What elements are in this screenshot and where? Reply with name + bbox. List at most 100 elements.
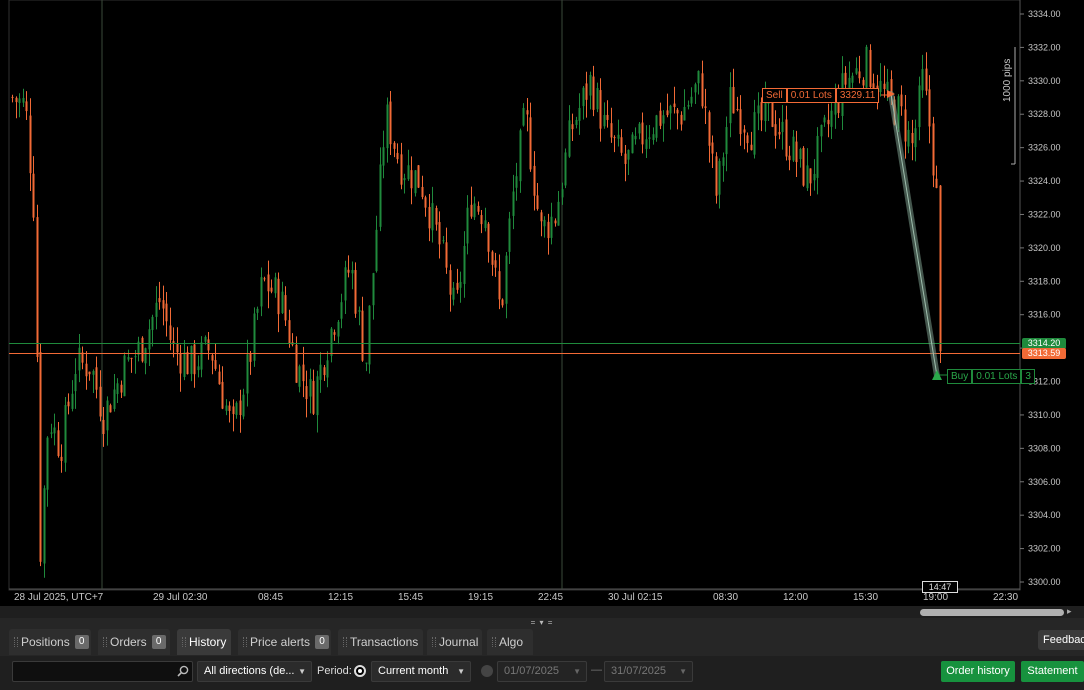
buy-side: Buy — [947, 369, 973, 384]
x-tick-label: 15:30 — [853, 592, 878, 603]
candle-body — [508, 218, 511, 252]
candle-body — [757, 105, 760, 114]
candle-body — [466, 207, 469, 244]
candle-body — [382, 147, 385, 166]
candle-body — [729, 87, 732, 124]
candle-body — [207, 339, 210, 351]
candle-body — [396, 152, 399, 160]
candle-body — [585, 83, 588, 100]
sell-position-label[interactable]: Sell 0.01 Lots 3329.11 — [762, 88, 880, 103]
candle-body — [683, 107, 686, 121]
candle-body — [858, 71, 861, 79]
date-from-picker[interactable]: 01/07/2025 ▼ — [497, 661, 587, 682]
candle-body — [421, 186, 424, 198]
candle-body — [218, 371, 221, 385]
date-to-value: 31/07/2025 — [611, 665, 667, 677]
candle-body — [512, 191, 515, 216]
candle-body — [414, 170, 417, 194]
candle-body — [498, 271, 501, 300]
candle-body — [792, 136, 795, 161]
direction-dropdown[interactable]: All directions (de... ▼ — [197, 661, 312, 682]
candle-body — [484, 220, 487, 229]
scroll-right-icon[interactable]: ▸ — [1067, 606, 1077, 618]
candle-body — [571, 124, 574, 130]
tab-label: Algo — [499, 635, 524, 649]
candle-body — [554, 220, 557, 224]
candle-body — [487, 223, 490, 252]
candle-body — [575, 119, 578, 125]
candle-body — [179, 353, 182, 374]
candle-body — [921, 69, 924, 91]
candle-body — [599, 90, 602, 129]
candle-body — [701, 73, 704, 107]
search-icon[interactable] — [177, 665, 189, 677]
candle-body — [435, 208, 438, 225]
statement-button[interactable]: Statement — [1021, 661, 1084, 682]
candle-body — [340, 302, 343, 319]
tab-orders[interactable]: Orders 0 — [98, 629, 170, 655]
y-tick-label: 3334.00 — [1028, 9, 1061, 19]
candle-body — [372, 273, 375, 306]
candle-body — [515, 176, 518, 188]
candle-body — [200, 342, 203, 370]
tab-price-alerts[interactable]: Price alerts 0 — [238, 629, 331, 655]
candle-body — [309, 379, 312, 397]
candle-body — [589, 74, 592, 96]
candle-body — [284, 295, 287, 321]
candle-body — [214, 360, 217, 369]
buy-position-label[interactable]: Buy 0.01 Lots 3 — [947, 369, 1035, 384]
price-chart[interactable]: 3334.00 3332.00 3330.00 3328.00 3326.00 3324.… — [0, 0, 1084, 616]
tab-transactions[interactable]: Transactions — [338, 629, 423, 655]
candle-body — [501, 299, 504, 306]
date-to-picker[interactable]: 31/07/2025 ▼ — [604, 661, 693, 682]
candle-body — [470, 204, 473, 217]
tab-journal[interactable]: Journal — [427, 629, 482, 655]
candle-body — [95, 367, 98, 390]
tab-label: Price alerts — [250, 635, 311, 649]
y-tick-label: 3304.00 — [1028, 510, 1061, 520]
period-dropdown[interactable]: Current month ▼ — [371, 661, 471, 682]
candle-body — [186, 352, 189, 375]
candle-body — [71, 393, 74, 409]
candle-body — [109, 405, 112, 413]
candle-body — [39, 352, 42, 562]
candle-body — [347, 269, 350, 273]
candle-body — [477, 205, 480, 212]
tab-label: Positions — [21, 635, 70, 649]
candle-body — [235, 402, 238, 415]
feedback-button[interactable]: Feedback — [1038, 630, 1084, 650]
period-current-radio[interactable] — [354, 665, 366, 677]
candle-body — [228, 405, 231, 411]
candle-body — [452, 287, 455, 300]
period-label: Period: — [317, 665, 352, 677]
candle-body — [267, 274, 270, 292]
candle-body — [634, 135, 637, 140]
order-history-button[interactable]: Order history — [941, 661, 1015, 682]
candle-body — [99, 386, 102, 417]
search-input[interactable] — [12, 661, 193, 682]
candle-body — [281, 291, 284, 314]
chart-horizontal-scrollbar[interactable] — [920, 609, 1064, 616]
candle-body — [473, 203, 476, 218]
candlestick-chart[interactable]: 3334.00 3332.00 3330.00 3328.00 3326.00 3324.… — [0, 0, 1084, 606]
period-custom-radio[interactable] — [481, 665, 493, 677]
chevron-down-icon: ▼ — [298, 667, 306, 676]
y-tick-label: 3302.00 — [1028, 544, 1061, 554]
candle-body — [148, 329, 151, 350]
candle-body — [120, 384, 123, 393]
tab-algo[interactable]: Algo — [487, 629, 533, 655]
candle-body — [631, 134, 634, 154]
candle-body — [918, 85, 921, 128]
tab-history[interactable]: History — [177, 629, 231, 655]
candle-body — [417, 165, 420, 188]
x-tick-label: 22:45 — [538, 592, 563, 603]
candle-body — [750, 144, 753, 151]
x-tick-label: 30 Jul 02:15 — [608, 592, 663, 603]
tab-positions[interactable]: Positions 0 — [9, 629, 91, 655]
x-tick-label: 15:45 — [398, 592, 423, 603]
candle-body — [256, 308, 259, 313]
splitter-grip-icon[interactable]: = ▾ = — [528, 619, 556, 627]
candle-body — [816, 135, 819, 178]
tab-badge: 0 — [151, 634, 166, 649]
sell-price: 3329.11 — [835, 88, 880, 103]
